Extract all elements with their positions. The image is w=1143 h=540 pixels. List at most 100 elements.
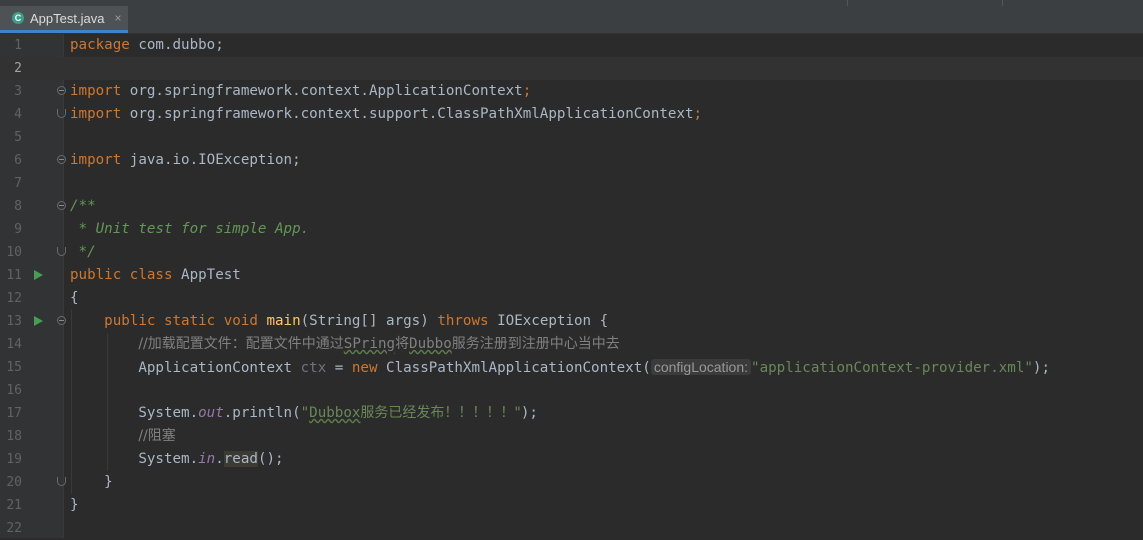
keyword: ;	[693, 106, 703, 122]
line-number: 22	[6, 521, 22, 536]
keyword: import	[70, 106, 130, 122]
code-token: in	[198, 451, 216, 467]
java-class-icon: C	[12, 12, 24, 24]
code-text: import org.springframework.context.suppo…	[70, 103, 702, 126]
code-token: ApplicationContext	[70, 360, 301, 376]
code-token: java.io.IOException;	[129, 152, 301, 168]
fold-icon[interactable]	[57, 86, 66, 95]
code-text: package com.dubbo;	[70, 34, 224, 57]
code-line[interactable]: 12 {	[0, 287, 1143, 310]
fold-icon[interactable]	[57, 201, 66, 210]
code-line[interactable]: 7	[0, 172, 1143, 195]
code-token: read	[223, 451, 258, 467]
code-line[interactable]: 11 public class AppTest	[0, 264, 1143, 287]
code-line[interactable]: 1 package com.dubbo;	[0, 34, 1143, 57]
keyword: new	[351, 360, 387, 376]
code-token: System.	[70, 405, 199, 421]
tab-bar-divider	[1002, 0, 1003, 6]
code-text: import java.io.IOException;	[70, 149, 301, 172]
code-line[interactable]: 2	[0, 57, 1143, 80]
line-number: 19	[6, 452, 22, 467]
code-token: main	[266, 313, 301, 329]
code-token: ClassPathXmlApplicationContext(	[386, 360, 651, 376]
code-line[interactable]: 4 import org.springframework.context.supp…	[0, 103, 1143, 126]
keyword: throws	[437, 313, 498, 329]
code-line[interactable]: 3 import org.springframework.context.Appl…	[0, 80, 1143, 103]
line-number: 6	[14, 153, 22, 168]
code-line[interactable]: 20 }	[0, 471, 1143, 494]
code-line[interactable]: 16	[0, 379, 1143, 402]
code-text: /**	[70, 195, 96, 218]
code-line[interactable]: 19 System.in.read();	[0, 448, 1143, 471]
code-line[interactable]: 18 //阻塞	[0, 425, 1143, 448]
code-line[interactable]: 17 System.out.println("Dubbox服务已经发布！！！！！…	[0, 402, 1143, 425]
string-literal: "	[300, 405, 310, 421]
string-literal: Dubbox	[309, 405, 361, 421]
line-number: 14	[6, 337, 22, 352]
string-literal: "applicationContext-provider.xml"	[751, 360, 1033, 376]
code-token: }	[70, 474, 113, 490]
code-text: public class AppTest	[70, 264, 241, 287]
comment: */	[70, 244, 96, 260]
code-editor[interactable]: 1 package com.dubbo; 2 3 import org.springfr…	[0, 34, 1143, 538]
run-icon[interactable]	[34, 316, 43, 326]
keyword: import	[70, 152, 130, 168]
close-icon[interactable]: ×	[114, 11, 121, 25]
fold-icon[interactable]	[57, 155, 66, 164]
comment: /**	[70, 198, 96, 214]
line-number: 2	[14, 61, 22, 76]
code-line[interactable]: 8 /**	[0, 195, 1143, 218]
line-number: 12	[6, 291, 22, 306]
code-token: org.springframework.context.support.Clas…	[129, 106, 694, 122]
code-line[interactable]: 22	[0, 517, 1143, 540]
code-token: );	[1032, 360, 1050, 376]
code-text: import org.springframework.context.Appli…	[70, 80, 531, 103]
code-line[interactable]: 6 import java.io.IOException;	[0, 149, 1143, 172]
keyword: public class	[70, 267, 182, 283]
fold-end-icon[interactable]	[57, 247, 66, 256]
fold-end-icon[interactable]	[57, 109, 66, 118]
code-token: .println(	[223, 405, 301, 421]
code-text: System.in.read();	[70, 448, 284, 471]
code-token: (String[] args)	[300, 313, 438, 329]
comment: Dubbo	[409, 336, 452, 352]
code-line[interactable]: 5	[0, 126, 1143, 149]
parameter-hint: configLocation:	[650, 359, 752, 375]
fold-end-icon[interactable]	[57, 477, 66, 486]
code-line[interactable]: 13 public static void main(String[] args…	[0, 310, 1143, 333]
code-text: }	[70, 494, 79, 517]
code-token: =	[326, 360, 352, 376]
code-token: {	[70, 290, 79, 306]
code-line[interactable]: 15 ApplicationContext ctx = new ClassPat…	[0, 356, 1143, 379]
code-token: ctx	[300, 360, 327, 376]
code-line[interactable]: 14 //加载配置文件：配置文件中通过SPring将Dubbo服务注册到注册中心…	[0, 333, 1143, 356]
comment: //阻塞	[138, 428, 176, 444]
editor-tab-bar: C AppTest.java ×	[0, 0, 1143, 34]
code-text: System.out.println("Dubbox服务已经发布！！！！！");	[70, 402, 538, 425]
code-line[interactable]: 9 * Unit test for simple App.	[0, 218, 1143, 241]
code-line[interactable]: 10 */	[0, 241, 1143, 264]
tab-label: AppTest.java	[30, 10, 105, 26]
line-number: 7	[14, 176, 22, 191]
indent-guide	[71, 310, 72, 494]
line-number: 3	[14, 84, 22, 99]
run-icon[interactable]	[34, 270, 43, 280]
code-text: }	[70, 471, 113, 494]
fold-icon[interactable]	[57, 316, 66, 325]
keyword: public static void	[104, 313, 267, 329]
line-number: 16	[6, 383, 22, 398]
code-line[interactable]: 21}	[0, 494, 1143, 517]
keyword: ;	[522, 83, 532, 99]
code-text: //加载配置文件：配置文件中通过SPring将Dubbo服务注册到注册中心当中去	[70, 333, 619, 356]
code-token: AppTest	[181, 267, 241, 283]
code-token: ();	[257, 451, 284, 467]
code-token: System.	[70, 451, 199, 467]
line-number: 1	[14, 38, 22, 53]
keyword: package	[70, 37, 139, 53]
tab-apptest-java[interactable]: C AppTest.java ×	[0, 6, 128, 33]
keyword: import	[70, 83, 130, 99]
line-number: 13	[6, 314, 22, 329]
line-number: 9	[14, 222, 22, 237]
